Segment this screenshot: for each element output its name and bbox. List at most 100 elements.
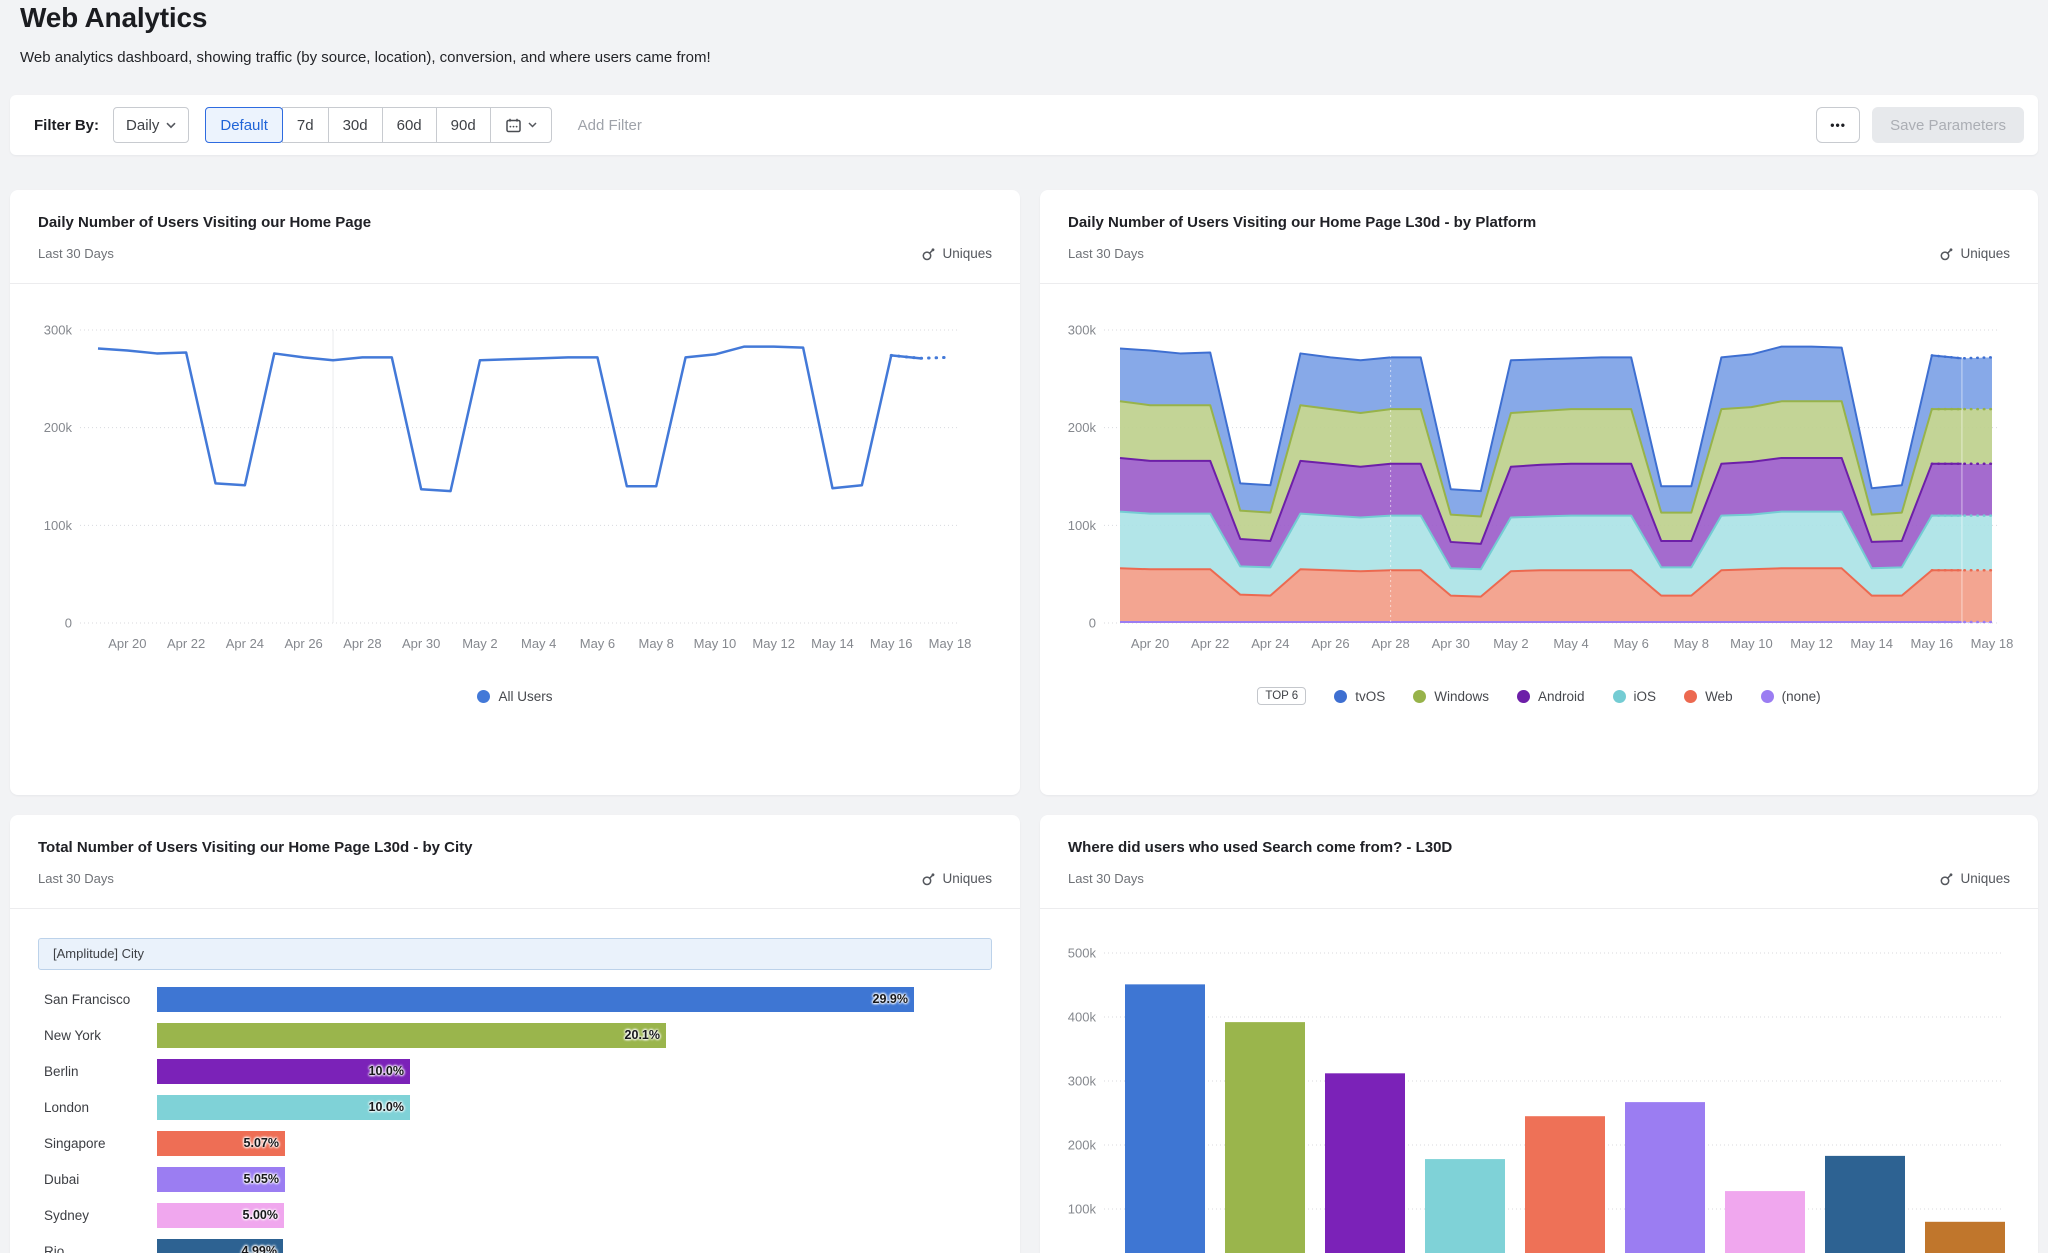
filter-by-label: Filter By: [34, 117, 99, 134]
y-axis-tick-label: 500k [1068, 946, 1097, 961]
line-series[interactable] [98, 347, 921, 492]
x-axis-tick-label: May 12 [1790, 636, 1833, 651]
date-range-segments: Default 7d 30d 60d 90d [205, 107, 551, 143]
city-bar[interactable]: 20.1% [157, 1023, 666, 1048]
line-series-incomplete[interactable] [891, 355, 950, 358]
legend-item[interactable]: tvOS [1334, 689, 1385, 704]
uniques-icon [1939, 872, 1954, 886]
legend-dot-icon [1684, 690, 1697, 703]
bar[interactable] [1925, 1222, 2005, 1253]
uniques-badge: Uniques [921, 871, 992, 886]
panel-header: Daily Number of Users Visiting our Home … [1040, 190, 2038, 284]
legend-item[interactable]: iOS [1613, 689, 1657, 704]
panel-title: Where did users who used Search come fro… [1040, 815, 2038, 856]
x-axis-tick-label: May 12 [752, 636, 795, 651]
filter-bar: Filter By: Daily Default 7d 30d 60d 90d … [10, 95, 2038, 155]
panel-date-range: Last 30 Days [38, 246, 114, 261]
city-row: Rio4.99% [10, 1234, 1020, 1253]
bar[interactable] [1625, 1102, 1705, 1253]
city-bar-value: 5.00% [243, 1203, 278, 1228]
segment-60d[interactable]: 60d [382, 107, 437, 143]
legend-item[interactable]: (none) [1761, 689, 1821, 704]
uniques-icon [921, 872, 936, 886]
x-axis-tick-label: May 6 [580, 636, 615, 651]
more-options-button[interactable]: ••• [1816, 107, 1860, 143]
city-bar[interactable]: 4.99% [157, 1239, 283, 1253]
chart-legend: All Users [10, 683, 1020, 709]
stacked-area-chart-area[interactable]: 0100k200k300kApr 20Apr 22Apr 24Apr 26Apr… [1040, 283, 2038, 795]
city-bar[interactable]: 10.0% [157, 1059, 410, 1084]
segment-default[interactable]: Default [205, 107, 283, 143]
y-axis-tick-label: 100k [1068, 1202, 1097, 1217]
bar[interactable] [1325, 1073, 1405, 1253]
granularity-dropdown[interactable]: Daily [113, 107, 189, 143]
legend-label: Android [1538, 689, 1585, 704]
city-bar[interactable]: 5.05% [157, 1167, 285, 1192]
city-bar-value: 10.0% [369, 1059, 404, 1084]
city-row: Singapore5.07% [10, 1126, 1020, 1162]
city-bar-list: San Francisco29.9%New York20.1% Berlin10.… [10, 982, 1020, 1253]
chart-panel-search-sources: Where did users who used Search come fro… [1040, 815, 2038, 1253]
chart-legend: TOP 6tvOSWindowsAndroidiOSWeb(none) [1040, 683, 2038, 709]
stacked-area-chart-svg: 0100k200k300kApr 20Apr 22Apr 24Apr 26Apr… [1040, 283, 2038, 673]
legend-dot-icon [1761, 690, 1774, 703]
legend-label: Windows [1434, 689, 1489, 704]
x-axis-tick-label: Apr 28 [1371, 636, 1409, 651]
legend-dot-icon [1613, 690, 1626, 703]
city-bar[interactable]: 29.9% [157, 987, 914, 1012]
chart-panel-by-platform: Daily Number of Users Visiting our Home … [1040, 190, 2038, 795]
city-bar-value: 4.99% [242, 1239, 277, 1253]
legend-dot-icon [1517, 690, 1530, 703]
x-axis-tick-label: Apr 28 [343, 636, 381, 651]
city-row: Sydney5.00% [10, 1198, 1020, 1234]
x-axis-tick-label: May 16 [870, 636, 913, 651]
chevron-down-icon [166, 122, 176, 129]
segment-30d[interactable]: 30d [328, 107, 383, 143]
x-axis-tick-label: May 16 [1911, 636, 1954, 651]
x-axis-tick-label: May 2 [462, 636, 497, 651]
city-bar[interactable]: 5.00% [157, 1203, 284, 1228]
city-bar[interactable]: 5.07% [157, 1131, 285, 1156]
bar[interactable] [1425, 1159, 1505, 1253]
legend-item[interactable]: All Users [477, 689, 552, 704]
x-axis-tick-label: May 8 [1674, 636, 1709, 651]
legend-item[interactable]: Web [1684, 689, 1733, 704]
legend-item[interactable]: Android [1517, 689, 1585, 704]
segment-7d[interactable]: 7d [282, 107, 329, 143]
add-filter-button[interactable]: Add Filter [578, 117, 642, 134]
city-bar[interactable]: 10.0% [157, 1095, 410, 1120]
y-axis-tick-label: 200k [1068, 1138, 1097, 1153]
city-bar-value: 5.05% [244, 1167, 279, 1192]
city-row: Berlin10.0% [10, 1054, 1020, 1090]
bar[interactable] [1125, 984, 1205, 1253]
legend-item[interactable]: Windows [1413, 689, 1489, 704]
bar[interactable] [1225, 1022, 1305, 1253]
x-axis-tick-label: May 18 [929, 636, 972, 651]
bar[interactable] [1525, 1116, 1605, 1253]
uniques-label: Uniques [1960, 246, 2010, 261]
legend-dot-icon [477, 690, 490, 703]
bar[interactable] [1825, 1156, 1905, 1253]
city-label: New York [44, 1018, 162, 1054]
city-row: San Francisco29.9% [10, 982, 1020, 1018]
line-chart-area[interactable]: 0100k200k300kApr 20Apr 22Apr 24Apr 26Apr… [10, 283, 1020, 795]
x-axis-tick-label: Apr 24 [226, 636, 264, 651]
date-range-picker-button[interactable] [490, 107, 552, 143]
city-bar-value: 10.0% [369, 1095, 404, 1120]
y-axis-tick-label: 100k [44, 518, 73, 533]
panel-date-range: Last 30 Days [1068, 871, 1144, 886]
bar[interactable] [1725, 1191, 1805, 1253]
y-axis-tick-label: 100k [1068, 518, 1097, 533]
x-axis-tick-label: May 4 [521, 636, 556, 651]
panel-header: Where did users who used Search come fro… [1040, 815, 2038, 909]
y-axis-tick-label: 0 [65, 616, 72, 631]
save-parameters-button[interactable]: Save Parameters [1872, 107, 2024, 143]
group-by-field-chip[interactable]: [Amplitude] City [38, 938, 992, 970]
bar-chart-area[interactable]: 100k200k300k400k500k [1040, 908, 2038, 1253]
legend-label: tvOS [1355, 689, 1385, 704]
y-axis-tick-label: 400k [1068, 1010, 1097, 1025]
chart-panel-daily-users: Daily Number of Users Visiting our Home … [10, 190, 1020, 795]
segment-90d[interactable]: 90d [436, 107, 491, 143]
city-row: London10.0% [10, 1090, 1020, 1126]
x-axis-tick-label: Apr 20 [1131, 636, 1169, 651]
